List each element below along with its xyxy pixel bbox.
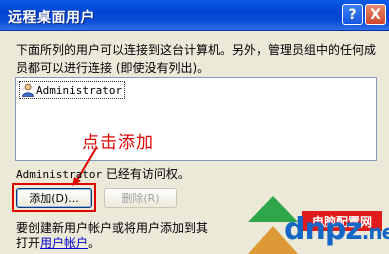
list-item-label: Administrator [36, 83, 123, 97]
user-icon [21, 83, 35, 97]
footer-line2: 打开用户帐户。 [16, 236, 208, 251]
footer-text: 要创建新用户帐户或将用户添加到其 打开用户帐户。 [16, 221, 208, 251]
watermark-logo: dnpz.net [284, 212, 389, 247]
help-button[interactable]: ? [342, 4, 363, 25]
add-button[interactable]: 添加(D)... [16, 188, 92, 208]
description-text: 下面所列的用户可以连接到这台计算机。另外，管理员组中的任何成员都可以进行连接 (… [16, 43, 377, 75]
title-bar[interactable]: 远程桌面用户 ? X [0, 0, 389, 31]
watermark-domain: .net [361, 220, 389, 244]
user-accounts-link[interactable]: 用户帐户 [40, 236, 88, 250]
dialog-title: 远程桌面用户 [8, 10, 95, 26]
remote-desktop-users-dialog: 远程桌面用户 ? X 下面所列的用户可以连接到这台计算机。另外，管理员组中的任何… [0, 0, 389, 254]
access-message: 已经有访问权。 [102, 167, 190, 181]
footer-prefix: 打开 [16, 236, 41, 250]
close-button[interactable]: X [365, 4, 386, 25]
remove-button-label: 删除(R) [121, 192, 160, 205]
add-button-label: 添加(D)... [29, 192, 79, 205]
close-icon: X [370, 6, 381, 23]
access-user: Administrator [16, 168, 103, 181]
access-status-text: Administrator 已经有访问权。 [16, 165, 190, 182]
footer-line1: 要创建新用户帐户或将用户添加到其 [16, 221, 209, 235]
help-icon: ? [348, 6, 357, 23]
footer-suffix: 。 [88, 236, 101, 250]
list-item-administrator[interactable]: Administrator [19, 81, 126, 99]
remove-button[interactable]: 删除(R) [104, 188, 177, 208]
watermark-logo-text: dnpz [284, 212, 363, 247]
